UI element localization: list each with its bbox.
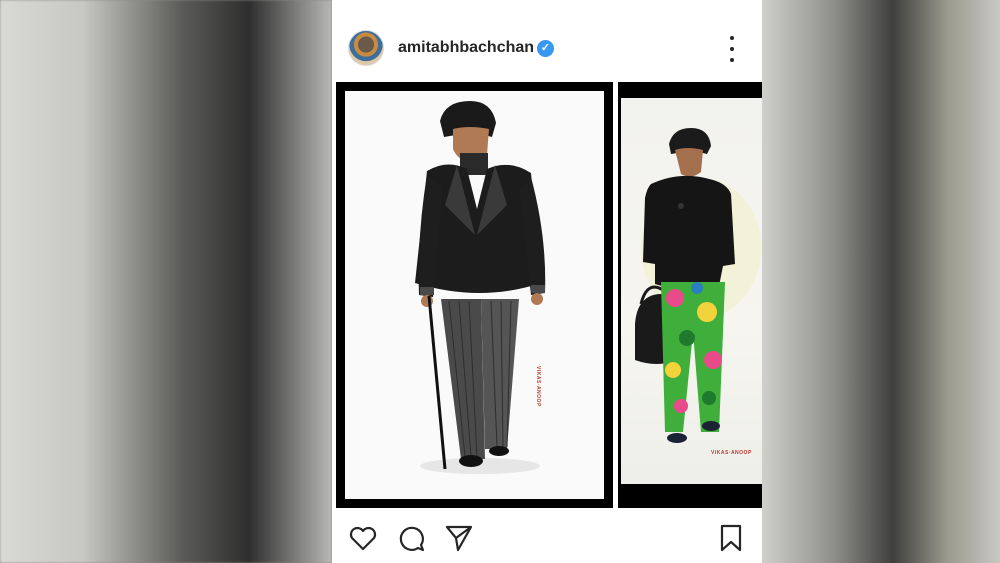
send-icon[interactable] <box>444 523 474 553</box>
comment-icon[interactable] <box>396 523 426 553</box>
more-vertical-icon[interactable] <box>722 36 742 62</box>
carousel-slide-2[interactable]: VIKAS·ANOOP <box>618 82 762 508</box>
username[interactable]: amitabhbachchan <box>398 39 534 57</box>
heart-icon[interactable] <box>348 523 378 553</box>
carousel-slide-1[interactable]: VIKAS·ANOOP <box>336 82 613 508</box>
bookmark-icon[interactable] <box>716 523 746 553</box>
instagram-post: amitabhbachchan ✓ VIKAS·ANOOP VIKAS·ANOO… <box>332 0 762 563</box>
brand-tag: VIKAS·ANOOP <box>711 450 752 456</box>
blurred-background-right <box>762 0 1000 563</box>
avatar[interactable] <box>348 30 384 66</box>
image-carousel[interactable]: VIKAS·ANOOP VIKAS·ANOOP <box>332 80 762 510</box>
slide-2-photo: VIKAS·ANOOP <box>621 98 762 484</box>
blurred-background-left <box>0 0 332 563</box>
verified-badge-icon: ✓ <box>537 40 554 57</box>
tropical-trousers-figure-illustration <box>635 128 761 443</box>
brand-tag: VIKAS·ANOOP <box>535 366 541 407</box>
tuxedo-figure-illustration <box>415 101 546 474</box>
slide-1-photo: VIKAS·ANOOP <box>345 91 604 499</box>
post-header: amitabhbachchan ✓ <box>332 0 762 80</box>
post-actions-bar <box>332 510 762 563</box>
